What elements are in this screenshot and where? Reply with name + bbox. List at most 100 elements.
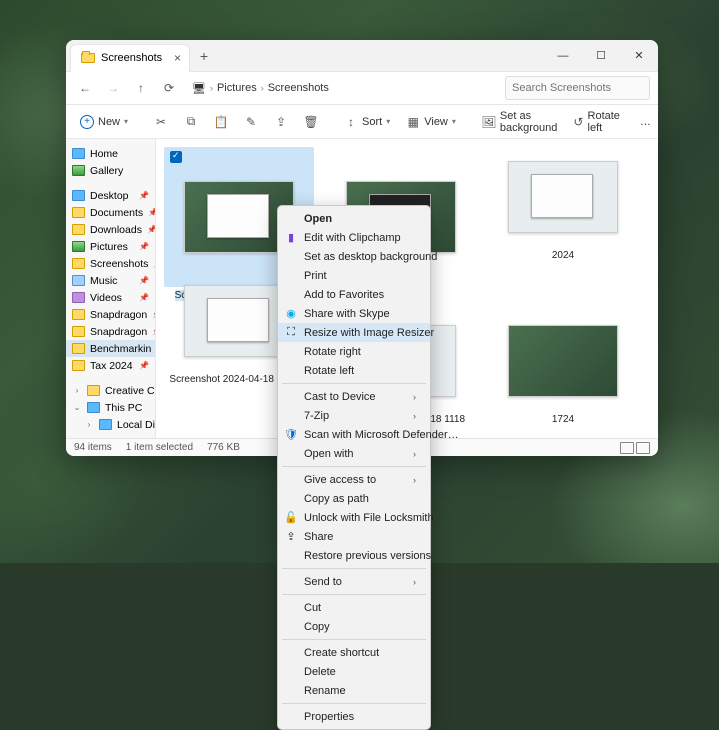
menu-item-delete[interactable]: Delete (278, 662, 430, 681)
thumbnails-view-button[interactable] (636, 442, 650, 454)
navigation-pane: Home Gallery Desktop📌 Documents📌 Downloa… (66, 139, 156, 438)
sidebar-item-creative-cloud[interactable]: ›Creative Cloud F (66, 382, 155, 399)
file-item[interactable]: 2024 (488, 147, 638, 301)
sort-button[interactable]: ↕Sort▾ (338, 110, 396, 134)
sidebar-label: Home (90, 148, 118, 160)
address-bar: ← → ↑ ⟳ 🖥 › Pictures › Screenshots (66, 72, 658, 105)
sidebar-item-local-disk[interactable]: ›Local Disk (C:) (66, 416, 155, 433)
pictures-icon (72, 241, 85, 252)
sidebar-item-this-pc[interactable]: ⌄This PC (66, 399, 155, 416)
rename-button[interactable]: ✎ (238, 110, 264, 134)
menu-item-copy-path[interactable]: Copy as path (278, 489, 430, 508)
back-button[interactable]: ← (74, 77, 96, 99)
menu-item-rotate-right[interactable]: Rotate right (278, 342, 430, 361)
menu-item-rotate-left[interactable]: Rotate left (278, 361, 430, 380)
menu-item-add-favorites[interactable]: Add to Favorites (278, 285, 430, 304)
delete-icon: 🗑 (304, 115, 318, 129)
sidebar-item-pictures[interactable]: Pictures📌 (66, 238, 155, 255)
menu-item-rename[interactable]: Rename (278, 681, 430, 700)
copy-icon: ⧉ (184, 115, 198, 129)
menu-item-create-shortcut[interactable]: Create shortcut (278, 643, 430, 662)
menu-item-print[interactable]: Print (278, 266, 430, 285)
share-icon: ⇪ (284, 530, 298, 544)
sidebar-item-desktop[interactable]: Desktop📌 (66, 187, 155, 204)
breadcrumb-pictures[interactable]: Pictures (217, 82, 257, 94)
sidebar-item-downloads[interactable]: Downloads📌 (66, 221, 155, 238)
refresh-button[interactable]: ⟳ (158, 77, 180, 99)
sidebar-label: Screenshots (90, 258, 148, 270)
cut-icon: ✂ (154, 115, 168, 129)
more-button[interactable]: … (634, 110, 657, 134)
chevron-right-icon: › (261, 83, 264, 93)
menu-item-properties[interactable]: Properties (278, 707, 430, 726)
menu-item-share-skype[interactable]: ◉Share with Skype (278, 304, 430, 323)
pin-icon: 📌 (153, 259, 155, 268)
menu-item-set-background[interactable]: Set as desktop background (278, 247, 430, 266)
menu-item-resize[interactable]: ⛶Resize with Image Resizer (278, 323, 430, 342)
menu-item-clipchamp[interactable]: ▮Edit with Clipchamp (278, 228, 430, 247)
sidebar-item-music[interactable]: Music📌 (66, 272, 155, 289)
view-button[interactable]: ▦View▾ (400, 110, 462, 134)
sidebar-item-gallery[interactable]: Gallery (66, 162, 155, 179)
cut-button[interactable]: ✂ (148, 110, 174, 134)
breadcrumb[interactable]: 🖥 › Pictures › Screenshots (192, 82, 329, 95)
sidebar-item-home[interactable]: Home (66, 145, 155, 162)
sidebar-item-snapdragon-2[interactable]: Snapdragon📌 (66, 323, 155, 340)
sidebar-item-snapdragon[interactable]: Snapdragon📌 (66, 306, 155, 323)
sidebar-item-benchmarking[interactable]: Benchmarkin📌 (66, 340, 155, 357)
pin-icon: 📌 (139, 293, 149, 302)
menu-label: Unlock with File Locksmith (304, 512, 434, 524)
sidebar-label: Benchmarkin (90, 343, 151, 355)
search-input[interactable] (505, 76, 650, 100)
copy-button[interactable]: ⧉ (178, 110, 204, 134)
sidebar-label: Downloads (90, 224, 142, 236)
menu-item-copy[interactable]: Copy (278, 617, 430, 636)
menu-item-7zip[interactable]: 7-Zip› (278, 406, 430, 425)
menu-item-unlock[interactable]: 🔓Unlock with File Locksmith (278, 508, 430, 527)
menu-item-give-access[interactable]: Give access to› (278, 470, 430, 489)
new-button[interactable]: +New▾ (74, 110, 134, 134)
gallery-icon (72, 165, 85, 176)
details-view-button[interactable] (620, 442, 634, 454)
minimize-button[interactable]: — (544, 40, 582, 72)
sidebar-item-documents[interactable]: Documents📌 (66, 204, 155, 221)
collapse-icon[interactable]: ⌄ (72, 403, 82, 412)
menu-item-cut[interactable]: Cut (278, 598, 430, 617)
file-item[interactable]: 1724 (488, 311, 638, 425)
menu-item-open[interactable]: Open (278, 209, 430, 228)
paste-button[interactable]: 📋 (208, 110, 234, 134)
menu-item-restore[interactable]: Restore previous versions (278, 546, 430, 565)
sidebar-item-tax[interactable]: Tax 2024📌 (66, 357, 155, 374)
new-tab-button[interactable]: + (190, 48, 218, 64)
folder-icon (72, 224, 85, 235)
set-background-button[interactable]: 🖼Set as background (476, 110, 563, 134)
menu-item-cast[interactable]: Cast to Device› (278, 387, 430, 406)
tab-screenshots[interactable]: Screenshots × (70, 44, 190, 72)
titlebar: Screenshots × + — ☐ ✕ (66, 40, 658, 72)
share-button[interactable]: ⇪ (268, 110, 294, 134)
close-tab-icon[interactable]: × (174, 51, 181, 65)
sidebar-item-screenshots[interactable]: Screenshots 📌 (66, 255, 155, 272)
checkbox-icon[interactable] (170, 151, 182, 163)
maximize-button[interactable]: ☐ (582, 40, 620, 72)
selection-count: 1 item selected (126, 442, 193, 453)
forward-button: → (102, 77, 124, 99)
menu-separator (282, 568, 426, 569)
expand-icon[interactable]: › (84, 420, 94, 429)
menu-item-open-with[interactable]: Open with› (278, 444, 430, 463)
menu-item-defender[interactable]: 🛡Scan with Microsoft Defender… (278, 425, 430, 444)
tab-title: Screenshots (101, 52, 162, 64)
folder-icon (72, 258, 85, 269)
close-window-button[interactable]: ✕ (620, 40, 658, 72)
menu-item-share[interactable]: ⇪Share (278, 527, 430, 546)
folder-icon (72, 309, 85, 320)
rotate-left-button[interactable]: ↺Rotate left (567, 110, 629, 134)
skype-icon: ◉ (284, 307, 298, 321)
expand-icon[interactable]: › (72, 386, 82, 395)
delete-button[interactable]: 🗑 (298, 110, 324, 134)
menu-item-send-to[interactable]: Send to› (278, 572, 430, 591)
sidebar-item-videos[interactable]: Videos📌 (66, 289, 155, 306)
breadcrumb-screenshots[interactable]: Screenshots (268, 82, 329, 94)
up-button[interactable]: ↑ (130, 77, 152, 99)
folder-icon (72, 326, 85, 337)
